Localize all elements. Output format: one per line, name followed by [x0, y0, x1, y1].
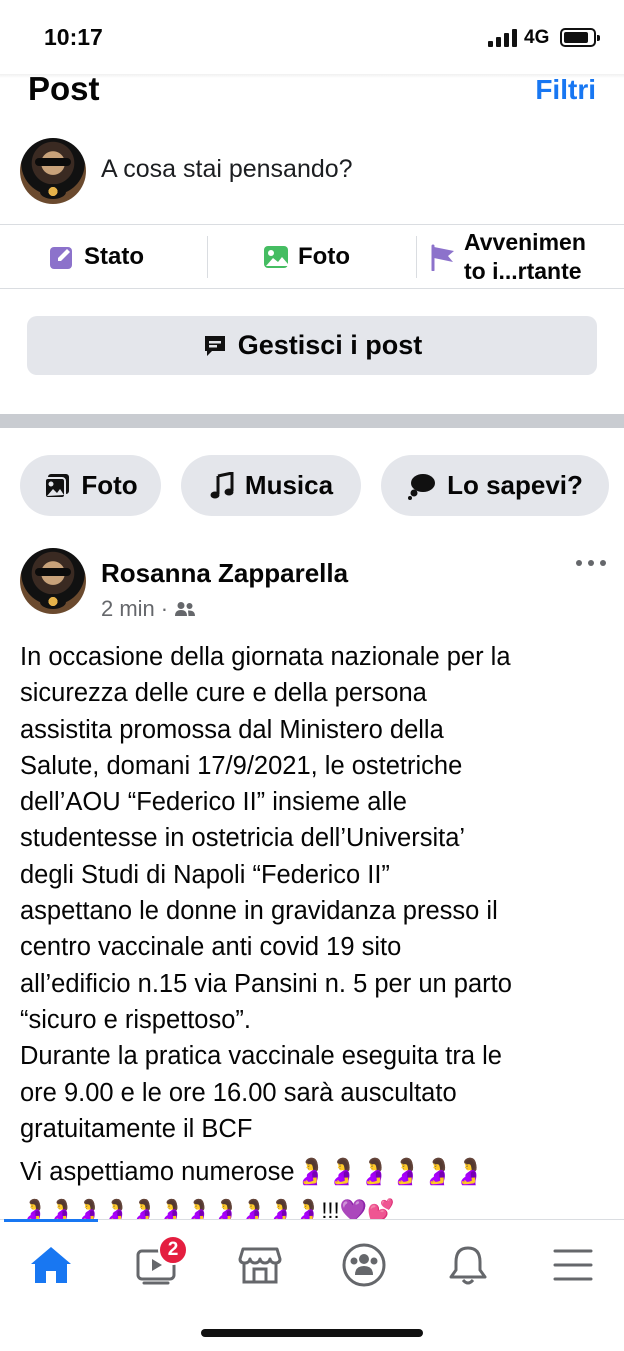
home-icon: [31, 1247, 71, 1283]
divider: [0, 224, 624, 225]
friends-icon: [175, 602, 196, 616]
photo-action-label: Foto: [298, 243, 350, 270]
active-tab-indicator: [4, 1219, 98, 1222]
post-text-tail: Vi aspettiamo numerose🤰🤰🤰🤰🤰🤰: [20, 1158, 486, 1186]
speech-bubble-icon: [204, 335, 225, 356]
chip-photo-label: Foto: [81, 470, 138, 500]
divider: [0, 288, 624, 289]
edit-icon: [50, 247, 72, 269]
photo-icon: [264, 246, 288, 268]
life-event-action-label: Avvenimen to i...rtante: [464, 229, 586, 284]
tab-marketplace[interactable]: [235, 1240, 285, 1290]
status-time: 10:17: [44, 24, 103, 50]
post-author-avatar[interactable]: [20, 548, 86, 614]
chip-music-label: Musica: [244, 470, 334, 500]
divider: [416, 236, 417, 278]
post-time[interactable]: 2 min: [101, 596, 155, 622]
chip-did-you-know[interactable]: Lo sapevi?: [381, 455, 609, 516]
menu-icon: [553, 1249, 593, 1281]
status-action-button[interactable]: Stato: [48, 226, 144, 288]
composer-actions: Stato Foto Avvenimen to i...rtante: [0, 226, 624, 288]
photo-action-button[interactable]: Foto: [262, 226, 350, 288]
life-event-action-button[interactable]: Avvenimen to i...rtante: [430, 226, 586, 288]
flag-icon: [431, 244, 454, 271]
battery-icon: [560, 28, 600, 47]
more-options-icon[interactable]: [576, 556, 606, 570]
video-badge: 2: [158, 1235, 188, 1265]
manage-posts-button[interactable]: Gestisci i post: [27, 316, 597, 375]
tab-menu[interactable]: [548, 1240, 598, 1290]
status-action-label: Stato: [84, 243, 144, 270]
signal-icon: [488, 29, 517, 47]
tab-notifications[interactable]: [443, 1240, 493, 1290]
avatar[interactable]: [20, 138, 86, 204]
thought-bubble-icon: [408, 473, 436, 500]
marketplace-icon: [238, 1247, 282, 1284]
home-indicator: [201, 1329, 423, 1337]
notifications-icon: [449, 1246, 487, 1285]
post-text: In occasione della giornata nazionale pe…: [20, 643, 512, 1143]
chip-photo[interactable]: Foto: [20, 455, 161, 516]
groups-icon: [342, 1243, 386, 1287]
tab-groups[interactable]: [339, 1240, 389, 1290]
post-meta: 2 min ·: [101, 596, 196, 622]
status-bar: 10:17 4G: [0, 0, 624, 74]
chip-did-you-know-label: Lo sapevi?: [447, 470, 583, 500]
network-type: 4G: [524, 27, 550, 48]
tab-home[interactable]: [26, 1240, 76, 1290]
music-note-icon: [210, 471, 234, 498]
manage-posts-label: Gestisci i post: [237, 330, 423, 360]
section-divider: [0, 414, 624, 428]
chip-music[interactable]: Musica: [181, 455, 361, 516]
divider: [207, 236, 208, 278]
post-author[interactable]: Rosanna Zapparella: [101, 558, 348, 589]
meta-separator: ·: [160, 596, 169, 621]
composer-prompt[interactable]: A cosa stai pensando?: [101, 155, 353, 184]
filters-link[interactable]: Filtri: [535, 74, 596, 106]
photo-icon: [44, 473, 70, 499]
